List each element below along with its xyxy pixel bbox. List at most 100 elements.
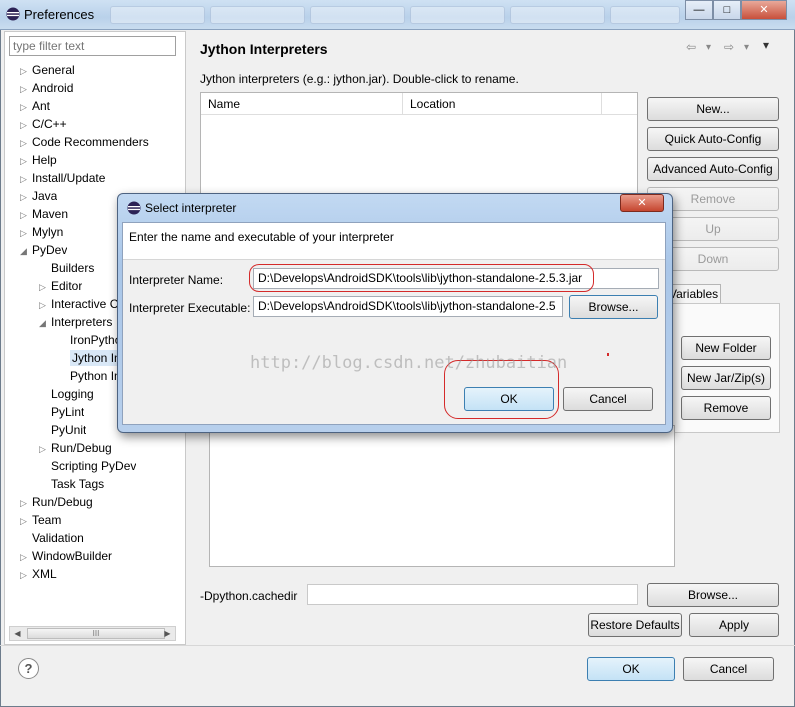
tree-item-label: Interactive Co xyxy=(51,297,126,311)
dialog-close-button[interactable]: ✕ xyxy=(620,194,664,212)
expand-arrow-icon[interactable]: ▷ xyxy=(20,548,32,565)
interpreter-name-label: Interpreter Name: xyxy=(129,273,224,287)
tree-item[interactable]: PyLint xyxy=(39,403,84,421)
tab-environment-variables[interactable]: Variables xyxy=(665,284,721,304)
tree-item[interactable]: ▷ Java xyxy=(20,187,57,205)
scroll-left-arrow-icon[interactable]: ◀ xyxy=(10,627,25,640)
back-arrow-icon[interactable]: ⇦ xyxy=(686,40,696,54)
tree-item[interactable]: ▷ Interactive Co xyxy=(39,295,125,313)
dialog-title: Select interpreter xyxy=(145,201,237,215)
tree-item-label: PyLint xyxy=(51,405,85,419)
interpreter-executable-input[interactable]: D:\Develops\AndroidSDK\tools\lib\jython-… xyxy=(253,296,563,317)
tree-item[interactable]: Python In xyxy=(58,367,121,385)
dialog-cancel-button[interactable]: Cancel xyxy=(563,387,653,411)
tree-item[interactable]: ▷ Ant xyxy=(20,97,50,115)
restore-defaults-button[interactable]: Restore Defaults xyxy=(588,613,682,637)
advanced-auto-config-button[interactable]: Advanced Auto-Config xyxy=(647,157,779,181)
filter-input[interactable] xyxy=(9,36,176,56)
quick-auto-config-button[interactable]: Quick Auto-Config xyxy=(647,127,779,151)
expand-arrow-icon[interactable]: ▷ xyxy=(39,440,51,457)
tree-item[interactable]: Builders xyxy=(39,259,94,277)
tree-item[interactable]: ▷ WindowBuilder xyxy=(20,547,112,565)
tree-item-label: Maven xyxy=(32,207,69,221)
tree-item[interactable]: ▷ Editor xyxy=(39,277,82,295)
expand-arrow-icon[interactable]: ▷ xyxy=(20,80,32,97)
tree-item-label: PyDev xyxy=(32,243,68,257)
tree-item[interactable]: ▷ Run/Debug xyxy=(39,439,112,457)
expand-arrow-icon[interactable]: ▷ xyxy=(20,224,32,241)
tree-item[interactable]: ▷ Code Recommenders xyxy=(20,133,149,151)
new-interpreter-button[interactable]: New... xyxy=(647,97,779,121)
expand-arrow-icon[interactable]: ▷ xyxy=(20,206,32,223)
collapse-arrow-icon[interactable]: ◢ xyxy=(39,314,51,331)
scroll-right-arrow-icon[interactable]: ▶ xyxy=(160,627,175,640)
forward-dropdown-icon[interactable]: ▾ xyxy=(744,42,749,53)
tree-item[interactable]: ▷ Help xyxy=(20,151,57,169)
cachedir-browse-button[interactable]: Browse... xyxy=(647,583,779,607)
expand-arrow-icon[interactable]: ▷ xyxy=(20,188,32,205)
tree-item[interactable]: ▷ Install/Update xyxy=(20,169,105,187)
tree-item[interactable]: ▷ C/C++ xyxy=(20,115,67,133)
tree-item[interactable]: ◢ PyDev xyxy=(20,241,67,259)
tree-item[interactable]: Validation xyxy=(20,529,84,547)
tree-item-label: Team xyxy=(32,513,62,527)
tree-item[interactable]: ▷ Mylyn xyxy=(20,223,63,241)
tree-item[interactable]: Task Tags xyxy=(39,475,104,493)
back-dropdown-icon[interactable]: ▾ xyxy=(706,42,711,53)
libraries-list[interactable] xyxy=(209,425,675,567)
tree-item-label: Interpreters xyxy=(51,315,113,329)
interpreters-table[interactable]: Name Location xyxy=(200,92,638,202)
tree-item[interactable]: ▷ Team xyxy=(20,511,61,529)
tree-item[interactable]: ▷ Maven xyxy=(20,205,68,223)
tree-item[interactable]: Logging xyxy=(39,385,94,403)
tree-item[interactable]: PyUnit xyxy=(39,421,86,439)
column-header-filler xyxy=(602,93,637,115)
expand-arrow-icon[interactable]: ▷ xyxy=(20,566,32,583)
minimize-button[interactable]: — xyxy=(685,0,713,20)
maximize-button[interactable]: □ xyxy=(713,0,741,20)
dialog-browse-button[interactable]: Browse... xyxy=(569,295,658,319)
tree-item[interactable]: Scripting PyDev xyxy=(39,457,136,475)
expand-arrow-icon[interactable]: ▷ xyxy=(20,98,32,115)
tree-item[interactable]: ▷ XML xyxy=(20,565,57,583)
remove-path-button[interactable]: Remove xyxy=(681,396,771,420)
new-folder-button[interactable]: New Folder xyxy=(681,336,771,360)
apply-button[interactable]: Apply xyxy=(689,613,779,637)
expand-arrow-icon[interactable]: ▷ xyxy=(20,116,32,133)
expand-arrow-icon[interactable]: ▷ xyxy=(39,296,51,313)
scroll-thumb[interactable]: III xyxy=(27,628,165,639)
title-bar xyxy=(0,0,795,30)
tree-item-label: WindowBuilder xyxy=(32,549,113,563)
view-menu-icon[interactable]: ▾ xyxy=(763,38,769,52)
close-window-button[interactable]: ✕ xyxy=(741,0,787,20)
expand-arrow-icon[interactable]: ▷ xyxy=(20,134,32,151)
tree-item-label: General xyxy=(32,63,75,77)
expand-arrow-icon[interactable]: ▷ xyxy=(20,62,32,79)
tree-item-label: Validation xyxy=(32,531,84,545)
tree-item[interactable]: Jython Int xyxy=(58,349,127,367)
forward-arrow-icon[interactable]: ⇨ xyxy=(724,40,734,54)
watermark-text: http://blog.csdn.net/zhubaitian xyxy=(250,353,568,373)
tree-item-label: Task Tags xyxy=(51,477,105,491)
help-icon[interactable]: ? xyxy=(18,658,39,679)
column-header-name[interactable]: Name xyxy=(201,93,403,115)
tree-horizontal-scrollbar[interactable]: ◀ III ▶ xyxy=(9,626,176,641)
expand-arrow-icon[interactable]: ▷ xyxy=(20,152,32,169)
expand-arrow-icon[interactable]: ▷ xyxy=(39,278,51,295)
expand-arrow-icon[interactable]: ▷ xyxy=(20,512,32,529)
column-header-location[interactable]: Location xyxy=(403,93,602,115)
new-jar-zip-button[interactable]: New Jar/Zip(s) xyxy=(681,366,771,390)
tree-item-label: Builders xyxy=(51,261,95,275)
collapse-arrow-icon[interactable]: ◢ xyxy=(20,242,32,259)
expand-arrow-icon[interactable]: ▷ xyxy=(20,494,32,511)
tree-item[interactable]: ▷ Run/Debug xyxy=(20,493,93,511)
ok-button[interactable]: OK xyxy=(587,657,675,681)
cachedir-input[interactable] xyxy=(307,584,638,605)
expand-arrow-icon[interactable]: ▷ xyxy=(20,170,32,187)
eclipse-icon xyxy=(127,201,141,215)
tree-item[interactable]: ▷ General xyxy=(20,61,75,79)
cancel-button[interactable]: Cancel xyxy=(683,657,774,681)
tree-item[interactable]: ▷ Android xyxy=(20,79,73,97)
tree-item[interactable]: ◢ Interpreters xyxy=(39,313,112,331)
tree-item-label: Mylyn xyxy=(32,225,64,239)
